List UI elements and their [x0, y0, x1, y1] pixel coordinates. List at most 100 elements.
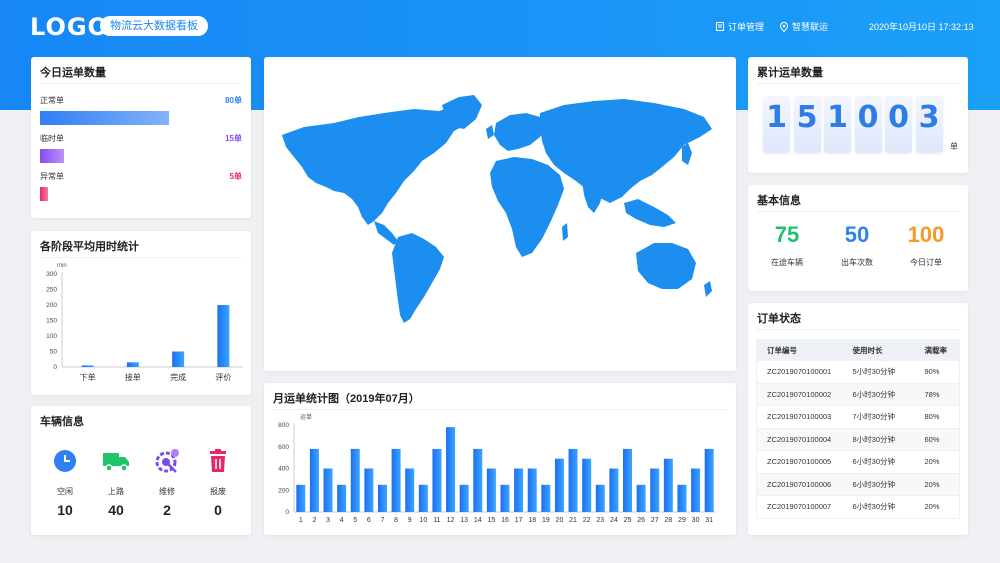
- y-tick-label: 0: [285, 509, 289, 516]
- nav-order-management[interactable]: 订单管理: [716, 20, 764, 33]
- bar-day-19[interactable]: [541, 484, 551, 512]
- bar-评价[interactable]: [217, 305, 230, 367]
- europe-shape: [494, 113, 546, 151]
- table-row[interactable]: ZC2019070100007 6小时30分钟 20%: [756, 495, 960, 519]
- table-row[interactable]: ZC2019070100006 6小时30分钟 20%: [756, 473, 960, 496]
- bar-day-31[interactable]: [704, 448, 714, 512]
- order-id-cell: ZC2019070100004: [756, 428, 843, 451]
- y-tick-label: 250: [46, 287, 57, 294]
- world-map-card: [264, 57, 736, 371]
- divider: [757, 211, 959, 212]
- bar-day-4[interactable]: [337, 484, 347, 512]
- x-tick-label: 5: [353, 517, 357, 524]
- duration-cell: 7小时30分钟: [842, 405, 915, 429]
- se-asia-shape: [624, 199, 676, 227]
- x-tick-label: 7: [381, 517, 385, 524]
- bar-接单[interactable]: [126, 362, 139, 367]
- bar-day-30[interactable]: [691, 468, 701, 513]
- vehicle-status-label: 上路: [108, 487, 124, 496]
- duration-cell: 5小时30分钟: [842, 360, 915, 384]
- order-type-bar: [40, 111, 170, 125]
- central-america-shape: [374, 221, 398, 245]
- bar-day-22[interactable]: [582, 458, 592, 512]
- bar-day-25[interactable]: [623, 448, 633, 512]
- basic-stat-value: 100: [907, 222, 945, 247]
- bar-day-7[interactable]: [377, 484, 387, 512]
- bar-day-12[interactable]: [446, 427, 456, 512]
- bar-day-27[interactable]: [650, 468, 660, 513]
- basic-stat-label: 在途车辆: [771, 258, 803, 267]
- bar-day-8[interactable]: [391, 448, 401, 512]
- x-tick-label: 9: [408, 517, 412, 524]
- x-tick-label: 2: [312, 517, 316, 524]
- column-header-load-rate: 满载率: [914, 339, 960, 361]
- bar-day-16[interactable]: [500, 484, 510, 512]
- x-tick-label: 1: [299, 517, 303, 524]
- counter-digit: 1: [827, 100, 848, 135]
- bar-day-29[interactable]: [677, 484, 687, 512]
- order-type-bar: [40, 149, 65, 163]
- bar-完成[interactable]: [172, 351, 185, 368]
- order-status-table: 订单编号 使用时长 满载率 ZC2019070100001 5小时30分钟 90% Z…: [756, 339, 960, 519]
- cumulative-orders-title: 累计运单数量: [757, 67, 823, 79]
- bar-day-21[interactable]: [568, 448, 578, 512]
- cumulative-unit: 单: [950, 142, 958, 151]
- x-tick-label: 16: [501, 517, 509, 524]
- y-tick-label: 100: [46, 333, 57, 340]
- nav-smart-transport[interactable]: 智慧联运: [780, 20, 828, 33]
- x-tick-label: 22: [583, 517, 591, 524]
- column-header-order-id: 订单编号: [756, 339, 843, 361]
- vehicle-status-label: 维修: [159, 487, 175, 496]
- table-row[interactable]: ZC2019070100004 8小时30分钟 60%: [756, 428, 960, 451]
- bar-day-9[interactable]: [405, 468, 415, 513]
- order-type-label: 异常单: [40, 172, 64, 181]
- table-header-row: 订单编号 使用时长 满载率: [756, 339, 960, 361]
- today-orders-title: 今日运单数量: [40, 67, 106, 79]
- table-row[interactable]: ZC2019070100003 7小时30分钟 80%: [756, 405, 960, 429]
- bar-day-26[interactable]: [636, 484, 646, 512]
- vehicle-status-value: 10: [57, 502, 73, 518]
- order-id-cell: ZC2019070100006: [756, 473, 843, 496]
- bar-day-5[interactable]: [350, 448, 360, 512]
- bar-day-3[interactable]: [323, 468, 333, 513]
- today-orders-card: 今日运单数量 正常单 80单 临时单 15单 异常单 5单: [31, 57, 251, 218]
- bar-day-20[interactable]: [554, 458, 564, 512]
- bar-day-23[interactable]: [595, 484, 605, 512]
- column-header-duration: 使用时长: [842, 339, 915, 361]
- bar-day-2[interactable]: [309, 448, 319, 512]
- bar-day-15[interactable]: [486, 468, 496, 513]
- x-tick-label: 28: [664, 517, 672, 524]
- load-rate-cell: 20%: [914, 473, 960, 496]
- bar-day-13[interactable]: [459, 484, 469, 512]
- bar-day-1[interactable]: [296, 484, 306, 512]
- bar-下单[interactable]: [81, 365, 94, 367]
- x-tick-label: 24: [610, 517, 618, 524]
- australia-shape: [636, 243, 696, 289]
- x-tick-label: 25: [624, 517, 632, 524]
- vehicle-status-label: 报废: [210, 487, 226, 496]
- counter-digit: 5: [796, 100, 818, 135]
- table-row[interactable]: ZC2019070100002 6小时30分钟 78%: [756, 383, 960, 406]
- bar-day-11[interactable]: [432, 448, 442, 512]
- bar-day-14[interactable]: [473, 448, 483, 512]
- counter-digit: 3: [918, 100, 940, 135]
- x-tick-label: 11: [433, 517, 440, 524]
- x-tick-label: 13: [460, 517, 468, 524]
- load-rate-cell: 60%: [914, 428, 960, 451]
- order-type-value: 80单: [225, 96, 242, 105]
- bar-day-10[interactable]: [418, 484, 428, 512]
- north-america-shape: [282, 105, 479, 225]
- order-id-cell: ZC2019070100001: [756, 360, 843, 384]
- x-tick-label: 17: [515, 517, 523, 524]
- world-map[interactable]: [264, 57, 736, 371]
- bar-day-6[interactable]: [364, 468, 374, 513]
- table-row[interactable]: ZC2019070100005 6小时30分钟 20%: [756, 450, 960, 474]
- bar-day-28[interactable]: [663, 458, 673, 512]
- order-type-label: 临时单: [40, 134, 64, 143]
- table-row[interactable]: ZC2019070100001 5小时30分钟 90%: [756, 360, 960, 384]
- y-tick-label: 200: [278, 487, 289, 494]
- truck-icon: [102, 447, 130, 475]
- bar-day-24[interactable]: [609, 468, 619, 513]
- bar-day-17[interactable]: [514, 468, 524, 513]
- bar-day-18[interactable]: [527, 468, 537, 513]
